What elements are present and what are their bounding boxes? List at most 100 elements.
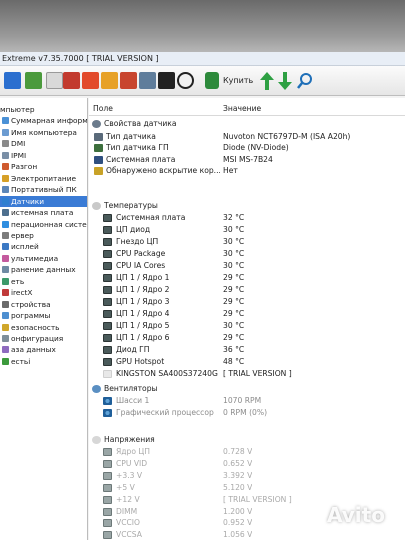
sensor-row[interactable]: CPU VID 0.652 V <box>89 458 405 470</box>
sensor-row[interactable]: ЦП 1 / Ядро 5 30 °C <box>89 320 405 332</box>
sidebar-item[interactable]: DMI <box>0 138 87 149</box>
sidebar-item[interactable]: Суммарная информаці <box>0 115 87 126</box>
sidebar-item[interactable]: стройства <box>0 299 87 310</box>
report-icon[interactable] <box>4 72 21 89</box>
tests-icon <box>2 357 9 365</box>
sidebar-item-label: ервер <box>11 230 34 240</box>
sensor-row[interactable]: Обнаружено вскрытие кор... Нет <box>89 165 405 177</box>
osd-icon[interactable] <box>158 72 175 89</box>
chip-icon <box>103 358 112 366</box>
sidebar-item[interactable]: Разгон <box>0 161 87 172</box>
server-icon <box>2 231 9 239</box>
avito-watermark: Avito <box>298 500 398 530</box>
sidebar-item[interactable]: Электропитание <box>0 173 87 184</box>
sidebar-item[interactable]: Имя компьютера <box>0 127 87 138</box>
sensor-row[interactable]: +5 V 5.120 V <box>89 482 405 494</box>
sensor-value: 30 °C <box>223 225 245 234</box>
sensor-value: 0.652 V <box>223 458 253 468</box>
sidebar-item[interactable]: IPMI <box>0 150 87 161</box>
sensor-label: ЦП 1 / Ядро 1 <box>116 273 170 282</box>
sidebar-item-label: Разгон <box>11 162 38 172</box>
sidebar-item[interactable]: исплей <box>0 241 87 252</box>
section-header[interactable]: Вентиляторы <box>89 383 405 395</box>
cpu-icon[interactable] <box>63 72 80 89</box>
sensor-icon[interactable] <box>139 72 156 89</box>
sidebar-item-label: IPMI <box>11 150 27 160</box>
fire-icon[interactable] <box>120 72 137 89</box>
sidebar-item[interactable]: ультимедиа <box>0 253 87 264</box>
sidebar-item-label: езопасность <box>11 322 60 332</box>
section-header[interactable]: Напряжения <box>89 434 405 446</box>
gauge-icon[interactable] <box>177 72 194 89</box>
sidebar-item[interactable]: еть <box>0 276 87 287</box>
section-title: Вентиляторы <box>104 384 158 393</box>
sidebar-item[interactable]: естьі <box>0 356 87 367</box>
sensor-row[interactable]: VCCSA 1.056 V <box>89 529 405 540</box>
sidebar-item[interactable]: езопасность <box>0 322 87 333</box>
section-header[interactable]: Свойства датчика <box>89 118 405 130</box>
sensor-row[interactable]: CPU Package 30 °C <box>89 248 405 260</box>
sensor-row[interactable]: Шасси 1 1070 RPM <box>89 395 405 407</box>
header-divider <box>89 115 405 116</box>
sidebar-item[interactable]: Датчики <box>0 195 87 207</box>
buy-label[interactable]: Купить <box>223 72 253 89</box>
sidebar-item[interactable]: перационная система <box>0 219 87 230</box>
sensor-row[interactable]: ЦП диод 30 °C <box>89 224 405 236</box>
network-icon <box>2 277 9 285</box>
summary-icon <box>2 117 9 125</box>
sidebar-item[interactable]: irectX <box>0 287 87 298</box>
chip-icon <box>94 133 103 141</box>
sensor-value: Nuvoton NCT6797D-M (ISA A20h) <box>223 132 351 141</box>
sensor-row[interactable]: ЦП 1 / Ядро 6 29 °C <box>89 332 405 344</box>
sensor-row[interactable]: ЦП 1 / Ядро 2 29 °C <box>89 284 405 296</box>
sidebar-item[interactable]: Портативный ПК <box>0 184 87 195</box>
sensor-row[interactable]: ЦП 1 / Ядро 1 29 °C <box>89 272 405 284</box>
column-header-field[interactable]: Поле <box>93 103 113 114</box>
sensor-row[interactable]: Ядро ЦП 0.728 V <box>89 446 405 458</box>
sensor-row[interactable]: Графический процессор 0 RPM (0%) <box>89 407 405 419</box>
chip-icon <box>103 250 112 258</box>
sidebar-item[interactable]: истемная плата <box>0 207 87 218</box>
sidebar-item[interactable]: мпьютер <box>0 104 87 115</box>
sensor-row[interactable]: ЦП 1 / Ядро 4 29 °C <box>89 308 405 320</box>
arrow-up-icon[interactable] <box>259 71 275 91</box>
sidebar-item[interactable]: рограммы <box>0 310 87 321</box>
storage-icon <box>2 266 9 274</box>
sensor-row[interactable]: Гнездо ЦП 30 °C <box>89 236 405 248</box>
sensor-row[interactable]: Тип датчика ГП Diode (NV-Diode) <box>89 142 405 154</box>
voltage-chip-icon <box>103 448 112 456</box>
network-icon[interactable] <box>25 72 42 89</box>
buy-icon[interactable] <box>205 72 219 89</box>
sensor-row[interactable]: Системная плата MSI MS-7B24 <box>89 154 405 166</box>
sensor-row[interactable]: Системная плата 32 °C <box>89 212 405 224</box>
sensor-row[interactable]: Тип датчика Nuvoton NCT6797D-M (ISA A20h) <box>89 131 405 143</box>
sensor-row[interactable]: KINGSTON SA400S37240G [ TRIAL VERSION ] <box>89 368 405 380</box>
benchmark-icon[interactable] <box>82 72 99 89</box>
sensor-row[interactable]: +3.3 V 3.392 V <box>89 470 405 482</box>
section-header[interactable]: Температуры <box>89 200 405 212</box>
sidebar-item-label: аза данных <box>11 345 56 355</box>
sensor-row[interactable]: CPU IA Cores 30 °C <box>89 260 405 272</box>
sidebar-item[interactable]: аза данных <box>0 344 87 355</box>
fan-icon <box>103 397 112 405</box>
dmi-icon <box>2 140 9 148</box>
chip-icon <box>103 298 112 306</box>
search-icon[interactable] <box>297 71 313 91</box>
sidebar-item[interactable]: онфигурация <box>0 333 87 344</box>
flame-icon[interactable] <box>101 72 118 89</box>
sensor-value: 1.056 V <box>223 530 253 540</box>
column-header-value[interactable]: Значение <box>223 103 261 114</box>
chip-icon <box>103 370 112 378</box>
sensor-row[interactable]: Диод ГП 36 °C <box>89 344 405 356</box>
sensor-row[interactable]: ЦП 1 / Ядро 3 29 °C <box>89 296 405 308</box>
sidebar-item-label: перационная система <box>11 219 87 229</box>
sidebar-item[interactable]: ервер <box>0 230 87 241</box>
sensor-value: 36 °C <box>223 345 245 354</box>
sensor-label: Тип датчика ГП <box>106 143 169 153</box>
motherboard-icon <box>2 209 9 217</box>
sidebar-item[interactable]: ранение данных <box>0 264 87 275</box>
ipmi-icon <box>2 151 9 159</box>
sensor-row[interactable]: GPU Hotspot 48 °C <box>89 356 405 368</box>
arrow-down-icon[interactable] <box>277 71 293 91</box>
refresh-icon[interactable] <box>46 72 63 89</box>
